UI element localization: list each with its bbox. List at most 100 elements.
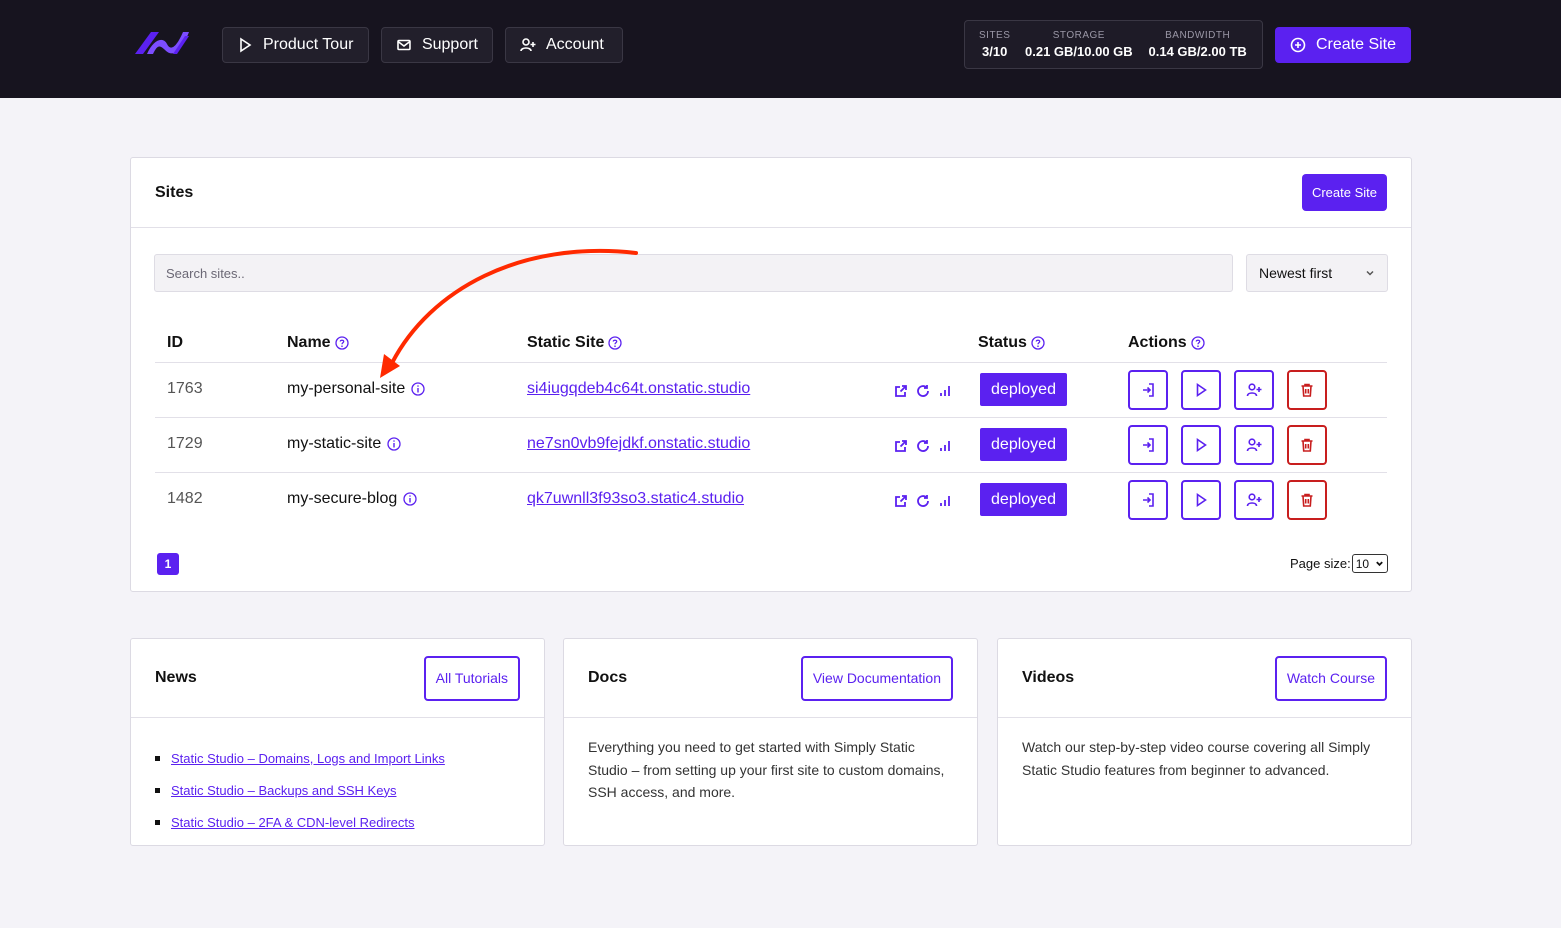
news-card-header: News All Tutorials xyxy=(131,639,544,718)
stat-bandwidth: BANDWIDTH 0.14 GB/2.00 TB xyxy=(1133,30,1262,59)
stat-storage-value: 0.21 GB/10.00 GB xyxy=(1025,44,1133,59)
search-input[interactable] xyxy=(154,254,1233,292)
usage-stats: SITES 3/10 STORAGE 0.21 GB/10.00 GB BAND… xyxy=(964,20,1263,69)
create-site-header-button[interactable]: Create Site xyxy=(1275,27,1411,63)
news-title: News xyxy=(155,669,197,686)
run-export-button[interactable] xyxy=(1181,370,1221,410)
site-name: my-personal-site xyxy=(287,380,425,398)
run-export-button[interactable] xyxy=(1181,425,1221,465)
login-button[interactable] xyxy=(1128,370,1168,410)
support-button[interactable]: Support xyxy=(381,27,493,63)
delete-button[interactable] xyxy=(1287,480,1327,520)
site-name: my-static-site xyxy=(287,435,401,453)
view-documentation-button[interactable]: View Documentation xyxy=(800,655,953,701)
refresh-icon[interactable] xyxy=(916,494,930,508)
page-size-label: Page size: xyxy=(1290,556,1351,571)
sort-value: Newest first xyxy=(1259,265,1333,281)
news-link[interactable]: Static Studio – 2FA & CDN-level Redirect… xyxy=(171,815,415,830)
stat-bandwidth-value: 0.14 GB/2.00 TB xyxy=(1148,44,1247,59)
help-icon[interactable] xyxy=(1031,336,1045,350)
refresh-icon[interactable] xyxy=(916,384,930,398)
refresh-icon[interactable] xyxy=(916,439,930,453)
create-site-header-label: Create Site xyxy=(1315,36,1397,53)
log-in-icon xyxy=(1143,493,1154,507)
stat-sites-label: SITES xyxy=(979,30,1011,41)
chevron-down-icon xyxy=(1366,270,1374,276)
site-id: 1763 xyxy=(167,380,203,397)
bar-chart-icon[interactable] xyxy=(938,384,952,398)
info-icon[interactable] xyxy=(403,492,417,506)
news-card: News All Tutorials Static Studio – Domai… xyxy=(130,638,545,846)
account-button[interactable]: Account xyxy=(505,27,623,63)
sites-title: Sites xyxy=(155,183,194,201)
support-label: Support xyxy=(421,36,478,53)
static-site-link[interactable]: qk7uwnll3f93so3.static4.studio xyxy=(527,490,744,508)
static-site-link[interactable]: ne7sn0vb9fejdkf.onstatic.studio xyxy=(527,435,750,453)
videos-card: Videos Watch Course Watch our step-by-st… xyxy=(997,638,1412,846)
add-user-button[interactable] xyxy=(1234,370,1274,410)
news-link[interactable]: Static Studio – Backups and SSH Keys xyxy=(171,783,396,798)
info-icon[interactable] xyxy=(411,382,425,396)
stat-bandwidth-label: BANDWIDTH xyxy=(1165,30,1231,41)
create-site-button[interactable]: Create Site xyxy=(1301,174,1387,211)
top-bar: Product Tour Support Account SITES 3/10 … xyxy=(0,0,1561,98)
table-divider xyxy=(155,472,1387,473)
help-icon[interactable] xyxy=(334,336,349,350)
bar-chart-icon[interactable] xyxy=(938,494,952,508)
docs-description: Everything you need to get started with … xyxy=(588,739,945,800)
site-name-text: my-static-site xyxy=(287,435,382,452)
site-id: 1482 xyxy=(167,490,203,507)
external-link-icon[interactable] xyxy=(894,494,908,508)
column-static-site-label: Static Site xyxy=(527,334,605,351)
delete-button[interactable] xyxy=(1287,425,1327,465)
external-link-icon[interactable] xyxy=(894,384,908,398)
sites-card: Sites Create Site Newest first ID Name S… xyxy=(130,157,1412,592)
site-name-text: my-personal-site xyxy=(287,380,406,397)
column-header-id: ID xyxy=(167,334,183,352)
watch-course-button[interactable]: Watch Course xyxy=(1274,655,1387,701)
user-plus-icon xyxy=(1246,493,1262,507)
docs-card-header: Docs View Documentation xyxy=(564,639,977,718)
login-button[interactable] xyxy=(1128,425,1168,465)
chevron-down-icon xyxy=(1375,561,1383,567)
help-icon[interactable] xyxy=(1191,336,1205,350)
login-button[interactable] xyxy=(1128,480,1168,520)
all-tutorials-button[interactable]: All Tutorials xyxy=(423,655,520,701)
site-name-text: my-secure-blog xyxy=(287,490,398,507)
list-item: Static Studio – 2FA & CDN-level Redirect… xyxy=(155,806,544,838)
news-link[interactable]: Static Studio – Domains, Logs and Import… xyxy=(171,751,445,766)
site-quick-actions xyxy=(894,384,952,398)
site-quick-actions xyxy=(894,439,952,453)
external-link-icon[interactable] xyxy=(894,439,908,453)
delete-button[interactable] xyxy=(1287,370,1327,410)
info-icon[interactable] xyxy=(387,437,401,451)
static-site-link[interactable]: si4iugqdeb4c64t.onstatic.studio xyxy=(527,380,750,398)
add-user-button[interactable] xyxy=(1234,425,1274,465)
page-size-value: 10 xyxy=(1355,556,1370,571)
docs-title: Docs xyxy=(588,669,628,686)
product-tour-button[interactable]: Product Tour xyxy=(222,27,369,63)
trash-icon xyxy=(1301,438,1313,452)
product-tour-label: Product Tour xyxy=(263,36,354,53)
stat-sites-value: 3/10 xyxy=(982,44,1008,59)
bar-chart-icon[interactable] xyxy=(938,439,952,453)
user-plus-icon xyxy=(1246,383,1262,397)
log-in-icon xyxy=(1143,383,1154,397)
bullet xyxy=(155,819,160,825)
help-icon[interactable] xyxy=(608,336,623,350)
logo-icon[interactable] xyxy=(133,26,189,58)
sort-select[interactable]: Newest first xyxy=(1246,254,1388,292)
table-divider xyxy=(155,362,1387,363)
list-item: Static Studio – Domains, Logs and Import… xyxy=(155,742,544,774)
news-list: Static Studio – Domains, Logs and Import… xyxy=(131,718,544,838)
bullet xyxy=(155,787,160,793)
trash-icon xyxy=(1301,493,1313,507)
page-size-select[interactable]: 10 xyxy=(1351,554,1388,573)
run-export-button[interactable] xyxy=(1181,480,1221,520)
stat-sites: SITES 3/10 xyxy=(965,30,1024,59)
column-actions-label: Actions xyxy=(1128,334,1187,351)
add-user-button[interactable] xyxy=(1234,480,1274,520)
pagination-page-1[interactable]: 1 xyxy=(157,553,179,575)
status-badge: deployed xyxy=(980,483,1067,516)
table-divider xyxy=(155,417,1387,418)
